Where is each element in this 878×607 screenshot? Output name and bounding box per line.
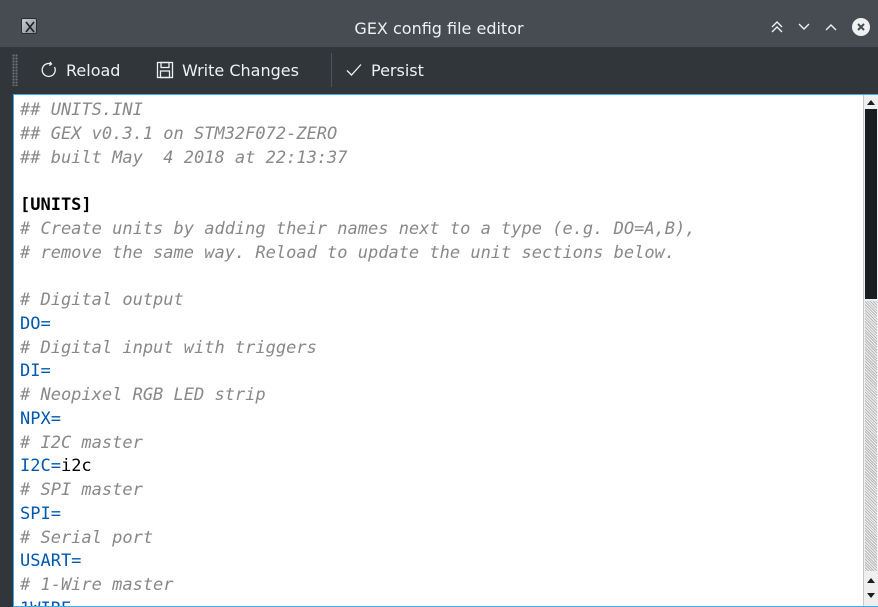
editor-line[interactable]: ## GEX v0.3.1 on STM32F072-ZERO [20, 123, 860, 147]
toolbar-separator [331, 53, 332, 87]
editor-line[interactable]: # Digital output [20, 289, 860, 313]
ini-comment: # remove the same way. Reload to update … [20, 242, 676, 263]
ini-comment: # SPI master [20, 480, 143, 500]
minimize-button[interactable] [795, 18, 813, 36]
keep-above-button[interactable] [768, 18, 786, 36]
editor-line[interactable]: # remove the same way. Reload to update … [20, 242, 860, 266]
editor-line[interactable]: DI= [20, 360, 860, 384]
ini-comment: # I2C master [20, 432, 143, 453]
ini-comment: ## built May 4 2018 at 22:13:37 [20, 147, 348, 168]
vertical-scrollbar[interactable] [863, 95, 878, 606]
editor-line[interactable]: # Serial port [20, 527, 860, 551]
editor-line[interactable]: # Digital input with triggers [20, 337, 860, 361]
scroll-up-button[interactable] [864, 95, 878, 109]
scroll-up-button-lower[interactable] [864, 573, 878, 587]
triangle-up-icon [867, 578, 875, 583]
scrollbar-thumb[interactable] [865, 109, 877, 299]
ini-comment: # Create units by adding their names nex… [20, 218, 696, 239]
editor-text[interactable]: ## UNITS.INI ## GEX v0.3.1 on STM32F072-Z… [20, 99, 860, 606]
editor-line[interactable]: USART= [20, 550, 860, 574]
editor-line[interactable] [20, 265, 860, 289]
title-bar[interactable]: GEX config file editor [0, 0, 878, 47]
editor-line[interactable]: # I2C master [20, 432, 860, 456]
ini-value: i2c [60, 456, 92, 477]
editor-line[interactable] [20, 170, 860, 194]
close-icon [857, 23, 865, 31]
ini-text-editor[interactable]: ## UNITS.INI ## GEX v0.3.1 on STM32F072-Z… [13, 94, 878, 607]
ini-key: USART= [20, 551, 82, 572]
reload-button[interactable]: Reload [40, 55, 120, 85]
chevron-down-icon [798, 23, 810, 30]
ini-key: I2C= [20, 456, 61, 477]
close-button[interactable] [852, 18, 870, 36]
editor-line[interactable]: # 1-Wire master [20, 574, 860, 598]
editor-line[interactable]: SPI= [20, 503, 860, 527]
triangle-up-icon [867, 100, 875, 105]
ini-key: DO= [20, 313, 51, 334]
reload-icon [41, 61, 56, 78]
write-changes-button[interactable]: Write Changes [156, 55, 299, 85]
ini-key: DI= [20, 361, 51, 382]
ini-comment: # Digital input with triggers [20, 337, 317, 358]
maximize-button[interactable] [822, 18, 840, 36]
persist-label: Persist [371, 60, 424, 80]
window-title: GEX config file editor [354, 19, 524, 38]
checkmark-icon [346, 64, 362, 76]
ini-key: NPX= [20, 408, 61, 429]
reload-label: Reload [66, 60, 121, 80]
editor-line[interactable]: [UNITS] [20, 194, 860, 218]
ini-comment: ## GEX v0.3.1 on STM32F072-ZERO [20, 123, 338, 144]
toolbar: Reload Write Changes Persist [0, 47, 878, 94]
editor-line[interactable]: ## built May 4 2018 at 22:13:37 [20, 147, 860, 171]
ini-comment: # Neopixel RGB LED strip [20, 385, 266, 405]
editor-window: GEX config file editor Reload Write Chan… [0, 0, 878, 607]
editor-line[interactable]: NPX= [20, 408, 860, 432]
ini-key: 1WIRE= [20, 599, 81, 606]
editor-line[interactable]: # SPI master [20, 479, 860, 503]
double-chevron-up-icon [771, 21, 783, 33]
toolbar-grip[interactable] [12, 54, 18, 86]
editor-line[interactable]: DO= [20, 313, 860, 337]
ini-comment: ## UNITS.INI [20, 100, 143, 120]
write-changes-label: Write Changes [182, 60, 299, 80]
editor-line[interactable]: I2C=i2c [20, 455, 860, 479]
ini-comment: # Digital output [20, 290, 184, 310]
ini-key: SPI= [20, 503, 61, 524]
scrollbar-track[interactable] [865, 301, 877, 571]
editor-line[interactable]: ## UNITS.INI [20, 99, 860, 123]
editor-line[interactable]: # Create units by adding their names nex… [20, 218, 860, 242]
save-icon [156, 61, 174, 79]
ini-comment: # 1-Wire master [20, 575, 174, 595]
persist-button[interactable]: Persist [345, 55, 424, 85]
editor-line[interactable]: 1WIRE= [20, 598, 860, 606]
ini-comment: # Serial port [20, 527, 154, 548]
editor-line[interactable]: # Neopixel RGB LED strip [20, 384, 860, 408]
scroll-down-button[interactable] [864, 589, 878, 603]
chevron-up-icon [825, 24, 837, 31]
ini-section-header: [UNITS] [20, 195, 92, 215]
triangle-down-icon [867, 593, 875, 598]
